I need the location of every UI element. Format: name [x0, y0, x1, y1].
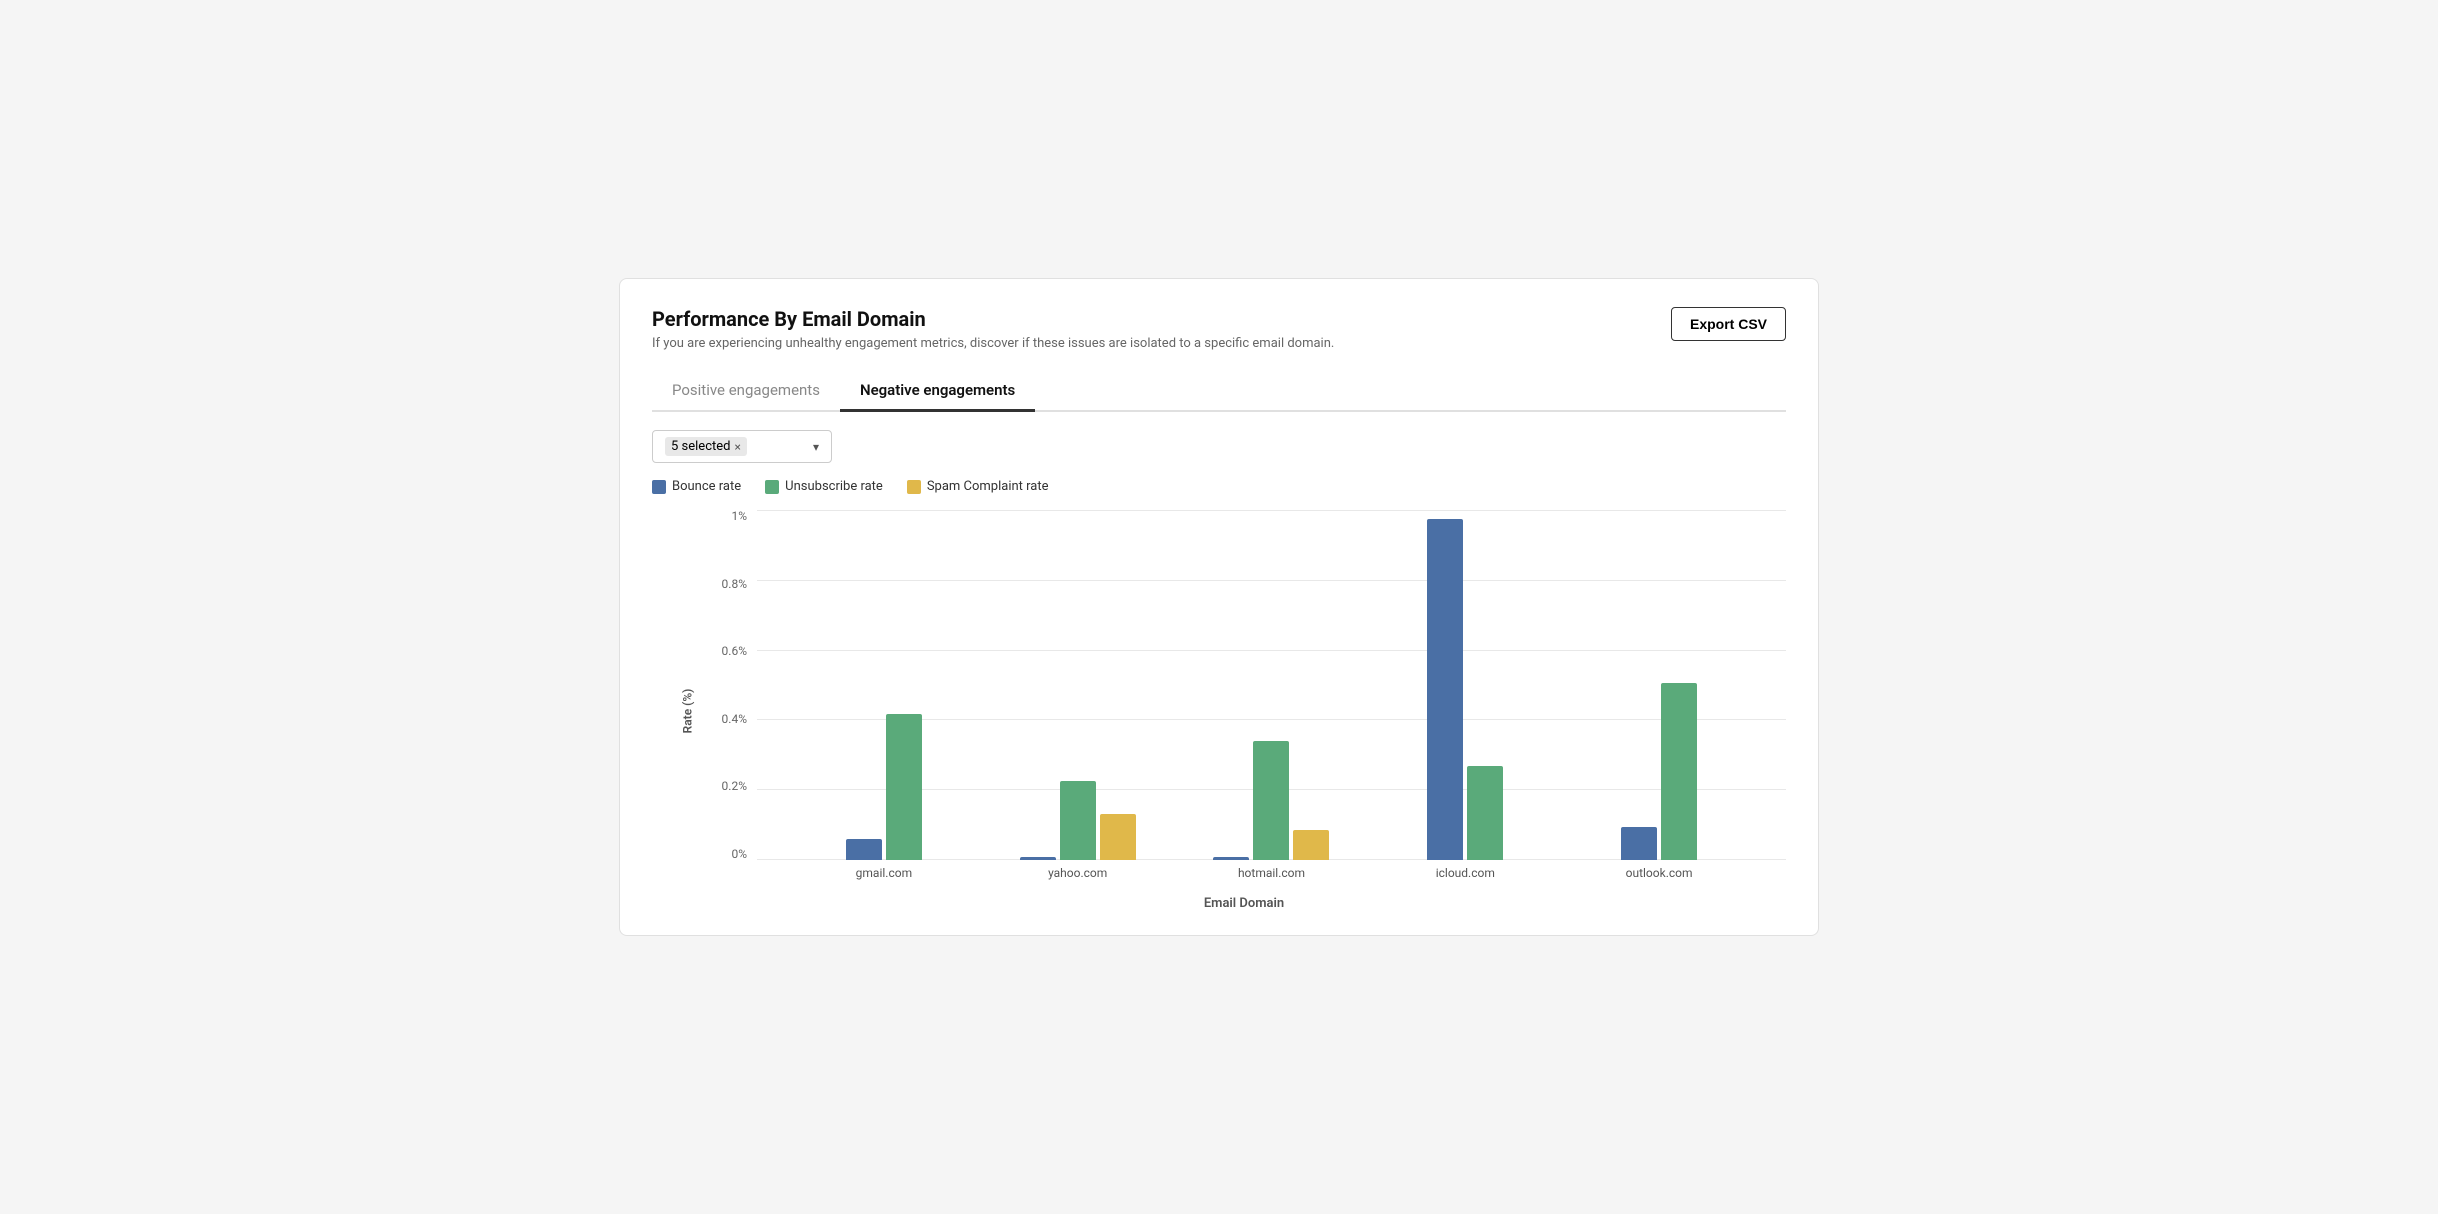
card-title: Performance By Email Domain	[652, 307, 1334, 331]
legend-spam-label: Spam Complaint rate	[927, 479, 1049, 494]
chevron-down-icon: ▾	[813, 440, 819, 454]
legend-unsubscribe-rate: Unsubscribe rate	[765, 479, 883, 494]
bar-bounce-outlook.com	[1621, 827, 1657, 860]
tab-positive-engagements[interactable]: Positive engagements	[652, 371, 840, 412]
bar-spam-yahoo.com	[1100, 814, 1136, 860]
title-area: Performance By Email Domain If you are e…	[652, 307, 1334, 351]
x-label-gmail.com: gmail.com	[794, 860, 974, 890]
export-csv-button[interactable]: Export CSV	[1671, 307, 1786, 341]
unsubscribe-rate-color-dot	[765, 480, 779, 494]
chart-body: gmail.com yahoo.com hotmail.com icloud.com o…	[757, 510, 1786, 890]
y-label-1: 1%	[731, 510, 747, 522]
tab-negative-engagements[interactable]: Negative engagements	[840, 371, 1035, 412]
bar-spam-hotmail.com	[1293, 830, 1329, 860]
tabs-container: Positive engagements Negative engagement…	[652, 371, 1786, 412]
bars-container	[757, 510, 1786, 860]
performance-card: Performance By Email Domain If you are e…	[619, 278, 1819, 936]
legend-bounce-label: Bounce rate	[672, 479, 741, 494]
x-label-yahoo.com: yahoo.com	[988, 860, 1168, 890]
legend-unsubscribe-label: Unsubscribe rate	[785, 479, 883, 494]
bar-unsubscribe-gmail.com	[886, 714, 922, 860]
y-label-3: 0.6%	[722, 645, 747, 657]
bar-group-icloud.com	[1375, 519, 1555, 860]
y-label-5: 0.2%	[722, 780, 747, 792]
bar-group-hotmail.com	[1181, 741, 1361, 860]
y-axis: 1% 0.8% 0.6% 0.4% 0.2% 0%	[702, 510, 757, 890]
bar-unsubscribe-hotmail.com	[1253, 741, 1289, 860]
y-label-2: 0.8%	[722, 578, 747, 590]
x-axis: gmail.com yahoo.com hotmail.com icloud.com o…	[757, 860, 1786, 890]
bar-unsubscribe-icloud.com	[1467, 766, 1503, 860]
chart-legend: Bounce rate Unsubscribe rate Spam Compla…	[652, 479, 1786, 494]
x-label-icloud.com: icloud.com	[1375, 860, 1555, 890]
bar-bounce-icloud.com	[1427, 519, 1463, 860]
bar-group-yahoo.com	[988, 781, 1168, 860]
x-axis-title: Email Domain	[702, 896, 1786, 911]
filter-row: 5 selected × ▾	[652, 430, 1786, 463]
chart-area: 1% 0.8% 0.6% 0.4% 0.2% 0%	[702, 510, 1786, 890]
x-label-outlook.com: outlook.com	[1569, 860, 1749, 890]
legend-bounce-rate: Bounce rate	[652, 479, 741, 494]
filter-clear-icon[interactable]: ×	[734, 440, 740, 454]
bar-unsubscribe-yahoo.com	[1060, 781, 1096, 860]
spam-rate-color-dot	[907, 480, 921, 494]
bar-group-gmail.com	[794, 714, 974, 860]
bar-unsubscribe-outlook.com	[1661, 683, 1697, 860]
chart-wrapper: Rate (%) 1% 0.8% 0.6% 0.4% 0.2% 0%	[652, 510, 1786, 911]
bounce-rate-color-dot	[652, 480, 666, 494]
filter-selected-tag: 5 selected ×	[665, 437, 747, 456]
y-label-4: 0.4%	[722, 713, 747, 725]
bar-group-outlook.com	[1569, 683, 1749, 860]
domain-filter-dropdown[interactable]: 5 selected × ▾	[652, 430, 832, 463]
card-subtitle: If you are experiencing unhealthy engage…	[652, 336, 1334, 351]
y-axis-title: Rate (%)	[680, 688, 694, 733]
card-header: Performance By Email Domain If you are e…	[652, 307, 1786, 351]
legend-spam-rate: Spam Complaint rate	[907, 479, 1049, 494]
bar-bounce-gmail.com	[846, 839, 882, 860]
y-label-6: 0%	[731, 848, 747, 860]
x-label-hotmail.com: hotmail.com	[1181, 860, 1361, 890]
